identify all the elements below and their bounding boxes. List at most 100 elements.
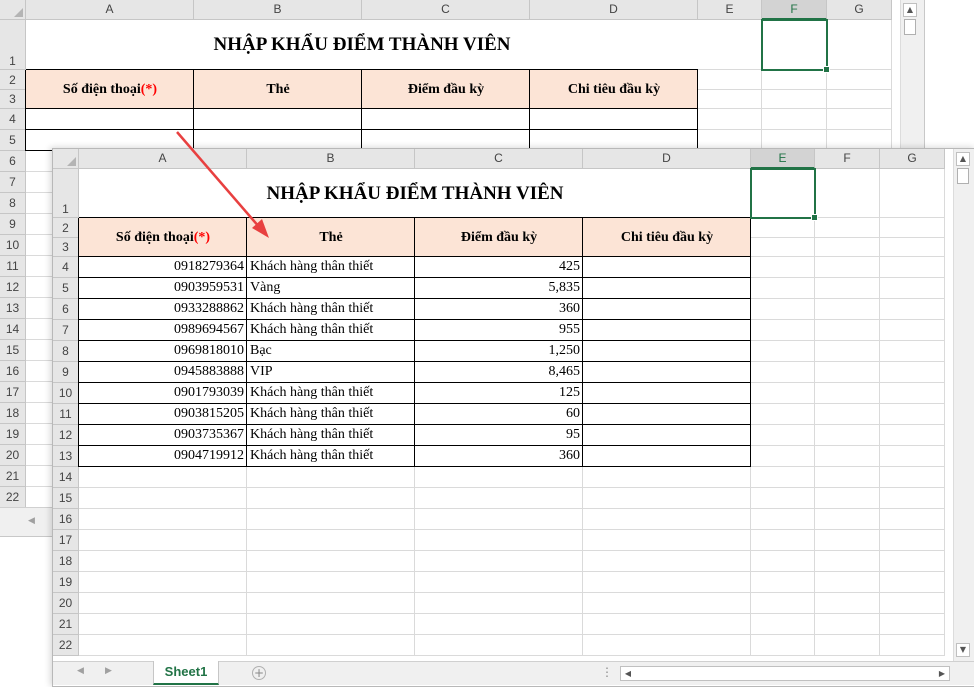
- active-cell-selection[interactable]: [761, 19, 830, 73]
- row-header-17[interactable]: 17: [0, 382, 26, 403]
- cell-opening-spend[interactable]: [586, 257, 749, 277]
- row-header-8[interactable]: 8: [53, 341, 79, 362]
- cell-opening-points[interactable]: 60: [415, 404, 580, 424]
- column-header-d[interactable]: D: [530, 0, 698, 20]
- header-card-cell[interactable]: Thẻ: [194, 70, 362, 109]
- scroll-up-icon[interactable]: ▲: [956, 152, 970, 166]
- row-header-1[interactable]: 1: [0, 20, 26, 70]
- active-cell-selection[interactable]: [750, 168, 818, 221]
- cell-card[interactable]: Khách hàng thân thiết: [250, 383, 413, 403]
- column-header-a[interactable]: A: [79, 149, 247, 169]
- cell-card[interactable]: Khách hàng thân thiết: [250, 446, 413, 466]
- row-header-12[interactable]: 12: [0, 277, 26, 298]
- row-header-19[interactable]: 19: [53, 572, 79, 593]
- cell-card[interactable]: Khách hàng thân thiết: [250, 425, 413, 445]
- scroll-thumb[interactable]: [904, 19, 916, 35]
- scroll-left-icon[interactable]: ◀: [77, 666, 84, 676]
- header-opening-points-cell[interactable]: Điểm đầu kỳ: [362, 70, 530, 109]
- cell-card[interactable]: Vàng: [250, 278, 413, 298]
- row-header-17[interactable]: 17: [53, 530, 79, 551]
- cell-opening-points[interactable]: 1,250: [415, 341, 581, 361]
- cell-card[interactable]: Khách hàng thân thiết: [250, 404, 413, 424]
- row-header-14[interactable]: 14: [53, 467, 79, 488]
- row-header-7[interactable]: 7: [0, 172, 26, 193]
- select-all-corner[interactable]: [53, 149, 79, 169]
- cell-opening-points[interactable]: 360: [415, 446, 580, 466]
- header-opening-spend-cell[interactable]: Chi tiêu đầu kỳ: [530, 70, 698, 109]
- column-header-d[interactable]: D: [583, 149, 751, 169]
- cell-card[interactable]: Bạc: [250, 341, 413, 361]
- row-header-11[interactable]: 11: [0, 256, 26, 277]
- row-header-8[interactable]: 8: [0, 193, 26, 214]
- header-phone-cell[interactable]: Số điện thoại (*): [26, 70, 194, 109]
- cell-opening-spend[interactable]: [586, 278, 749, 298]
- column-header-e[interactable]: E: [698, 0, 762, 20]
- vertical-scrollbar[interactable]: ▲ ▼: [953, 149, 974, 661]
- row-header-20[interactable]: 20: [0, 445, 26, 466]
- cell-card[interactable]: Khách hàng thân thiết: [250, 299, 413, 319]
- cell-opening-points[interactable]: 360: [415, 299, 580, 319]
- cell-opening-points[interactable]: 5,835: [415, 278, 581, 298]
- scroll-down-icon[interactable]: ▼: [956, 643, 970, 657]
- row-header-7[interactable]: 7: [53, 320, 79, 341]
- column-header-g[interactable]: G: [880, 149, 945, 169]
- row-header-6[interactable]: 6: [53, 299, 79, 320]
- column-header-a[interactable]: A: [26, 0, 194, 20]
- row-header-5[interactable]: 5: [53, 278, 79, 299]
- sheet-tab-sheet1[interactable]: Sheet1: [153, 661, 219, 685]
- row-header-4[interactable]: 4: [53, 257, 79, 278]
- plus-circle-icon[interactable]: +: [252, 666, 266, 680]
- row-header-5[interactable]: 5: [0, 130, 26, 151]
- cell-card[interactable]: Khách hàng thân thiết: [250, 320, 413, 340]
- cell-opening-spend[interactable]: [586, 299, 749, 319]
- row-header-20[interactable]: 20: [53, 593, 79, 614]
- header-opening-points-cell[interactable]: Điểm đầu kỳ: [415, 218, 583, 257]
- row-header-10[interactable]: 10: [53, 383, 79, 404]
- scroll-left-icon[interactable]: ◀: [28, 516, 35, 526]
- cell-card[interactable]: Khách hàng thân thiết: [250, 257, 413, 277]
- row-header-9[interactable]: 9: [0, 214, 26, 235]
- cell-card[interactable]: VIP: [250, 362, 413, 382]
- cell-opening-spend[interactable]: [586, 383, 749, 403]
- row-header-12[interactable]: 12: [53, 425, 79, 446]
- cell-opening-spend[interactable]: [586, 341, 749, 361]
- row-header-19[interactable]: 19: [0, 424, 26, 445]
- row-header-11[interactable]: 11: [53, 404, 79, 425]
- row-header-21[interactable]: 21: [53, 614, 79, 635]
- row-header-16[interactable]: 16: [0, 361, 26, 382]
- cell-phone[interactable]: 0918279364: [79, 257, 244, 277]
- row-header-18[interactable]: 18: [53, 551, 79, 572]
- cell-opening-points[interactable]: 955: [415, 320, 580, 340]
- cell-phone[interactable]: 0904719912: [79, 446, 244, 466]
- row-header-22[interactable]: 22: [0, 487, 26, 508]
- scroll-left-icon[interactable]: ◀: [621, 667, 635, 680]
- fill-handle[interactable]: [823, 66, 830, 73]
- row-header-15[interactable]: 15: [0, 340, 26, 361]
- cell-opening-points[interactable]: 425: [415, 257, 580, 277]
- column-header-g[interactable]: G: [827, 0, 892, 20]
- row-header-2[interactable]: 2: [53, 218, 79, 238]
- row-header-22[interactable]: 22: [53, 635, 79, 656]
- cell-opening-points[interactable]: 95: [415, 425, 580, 445]
- cell-opening-spend[interactable]: [586, 362, 749, 382]
- tab-split-handle[interactable]: ⋮: [601, 665, 613, 679]
- cell-opening-spend[interactable]: [586, 404, 749, 424]
- title-cell[interactable]: NHẬP KHẨU ĐIỂM THÀNH VIÊN: [26, 20, 698, 70]
- header-card-cell[interactable]: Thẻ: [247, 218, 415, 257]
- cell-opening-spend[interactable]: [586, 320, 749, 340]
- column-header-b[interactable]: B: [194, 0, 362, 20]
- row-header-13[interactable]: 13: [0, 298, 26, 319]
- cell-phone[interactable]: 0901793039: [79, 383, 244, 403]
- row-header-14[interactable]: 14: [0, 319, 26, 340]
- row-header-10[interactable]: 10: [0, 235, 26, 256]
- scroll-right-icon[interactable]: ▶: [105, 666, 112, 676]
- header-phone-cell[interactable]: Số điện thoại (*): [79, 218, 247, 257]
- cell-opening-points[interactable]: 8,465: [415, 362, 581, 382]
- scroll-up-icon[interactable]: ▲: [903, 3, 917, 17]
- column-header-b[interactable]: B: [247, 149, 415, 169]
- header-opening-spend-cell[interactable]: Chi tiêu đầu kỳ: [583, 218, 751, 257]
- cell-phone[interactable]: 0903959531: [79, 278, 244, 298]
- row-header-3[interactable]: 3: [0, 90, 26, 109]
- row-header-18[interactable]: 18: [0, 403, 26, 424]
- title-cell[interactable]: NHẬP KHẨU ĐIỂM THÀNH VIÊN: [79, 169, 751, 218]
